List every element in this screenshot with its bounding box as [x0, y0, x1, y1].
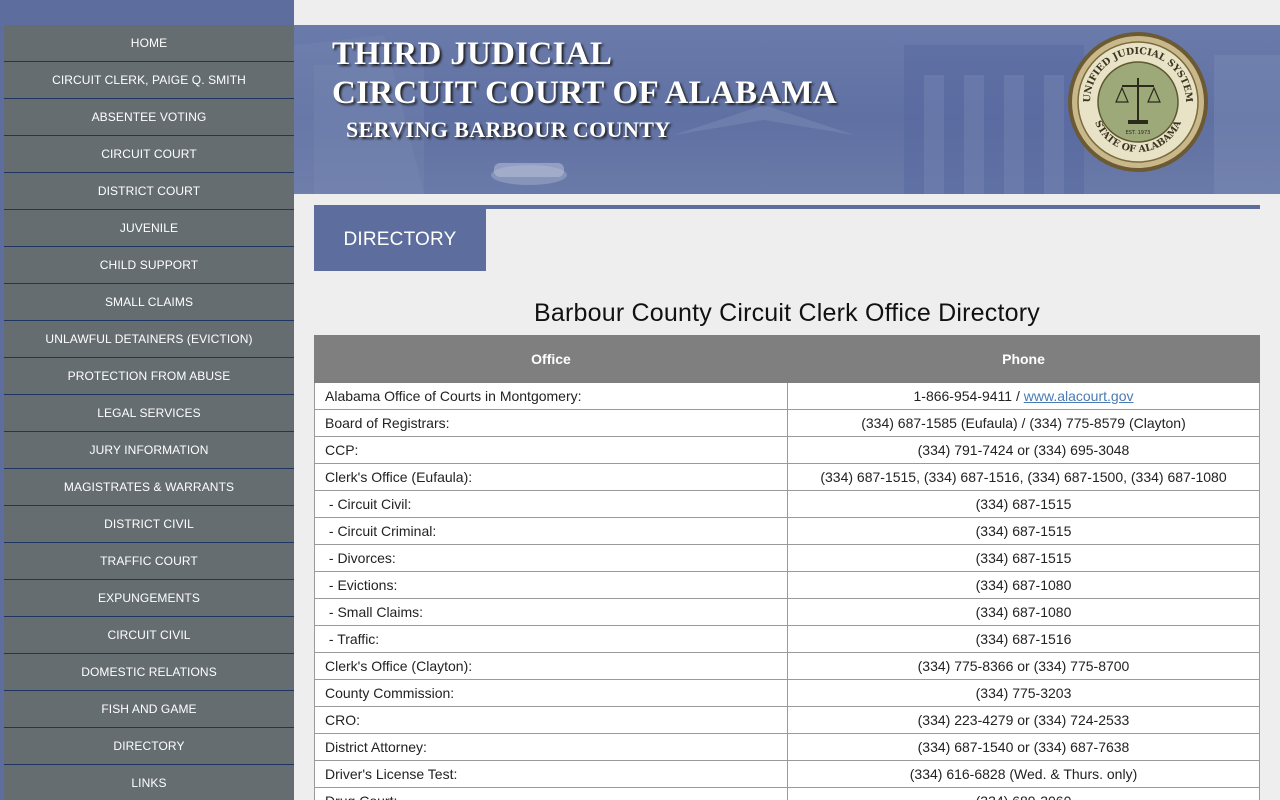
office-cell: - Divorces: — [314, 544, 788, 572]
office-cell: - Circuit Civil: — [314, 490, 788, 518]
table-row: - Circuit Civil: (334) 687-1515 — [314, 490, 1260, 518]
phone-cell: (334) 223-4279 or (334) 724-2533 — [787, 706, 1260, 734]
table-row: Drug Court: (334) 689-3060 — [314, 787, 1260, 800]
column-header-phone: Phone — [787, 335, 1260, 383]
office-cell: Alabama Office of Courts in Montgomery: — [314, 382, 788, 410]
nav-item-unlawful-detainers[interactable]: UNLAWFUL DETAINERS (EVICTION) — [4, 321, 294, 358]
nav-item-district-civil[interactable]: DISTRICT CIVIL — [4, 506, 294, 543]
phone-cell: (334) 616-6828 (Wed. & Thurs. only) — [787, 760, 1260, 788]
office-cell: District Attorney: — [314, 733, 788, 761]
office-cell: - Circuit Criminal: — [314, 517, 788, 545]
table-row: - Small Claims: (334) 687-1080 — [314, 598, 1260, 626]
table-row: Alabama Office of Courts in Montgomery: … — [314, 382, 1260, 410]
table-row: Driver's License Test: (334) 616-6828 (W… — [314, 760, 1260, 788]
office-cell: Clerk's Office (Eufaula): — [314, 463, 788, 491]
site-banner: THIRD JUDICIAL CIRCUIT COURT OF ALABAMA … — [294, 25, 1280, 194]
banner-title-line1: THIRD JUDICIAL — [332, 36, 613, 72]
sidebar-top-bar — [0, 0, 294, 25]
main-content: DIRECTORY Barbour County Circuit Clerk O… — [314, 205, 1260, 800]
table-row: Board of Registrars: (334) 687-1585 (Euf… — [314, 409, 1260, 437]
banner-title-line2: CIRCUIT COURT OF ALABAMA — [332, 74, 838, 111]
office-cell: Board of Registrars: — [314, 409, 788, 437]
office-cell: CCP: — [314, 436, 788, 464]
nav-item-district-court[interactable]: DISTRICT COURT — [4, 173, 294, 210]
office-cell: County Commission: — [314, 679, 788, 707]
nav-item-fish-and-game[interactable]: FISH AND GAME — [4, 691, 294, 728]
main-nav: HOME CIRCUIT CLERK, PAIGE Q. SMITH ABSEN… — [4, 25, 294, 800]
table-row: CRO: (334) 223-4279 or (334) 724-2533 — [314, 706, 1260, 734]
office-cell: - Evictions: — [314, 571, 788, 599]
phone-cell: (334) 687-1515, (334) 687-1516, (334) 68… — [787, 463, 1260, 491]
nav-item-magistrates-warrants[interactable]: MAGISTRATES & WARRANTS — [4, 469, 294, 506]
table-row: District Attorney: (334) 687-1540 or (33… — [314, 733, 1260, 761]
phone-cell: (334) 689-3060 — [787, 787, 1260, 800]
office-cell: - Traffic: — [314, 625, 788, 653]
phone-cell: (334) 687-1080 — [787, 571, 1260, 599]
nav-item-jury-information[interactable]: JURY INFORMATION — [4, 432, 294, 469]
table-row: County Commission: (334) 775-3203 — [314, 679, 1260, 707]
sidebar: HOME CIRCUIT CLERK, PAIGE Q. SMITH ABSEN… — [0, 0, 294, 800]
office-cell: - Small Claims: — [314, 598, 788, 626]
nav-item-protection-from-abuse[interactable]: PROTECTION FROM ABUSE — [4, 358, 294, 395]
phone-cell: (334) 687-1080 — [787, 598, 1260, 626]
nav-item-expungements[interactable]: EXPUNGEMENTS — [4, 580, 294, 617]
table-row: Clerk's Office (Eufaula): (334) 687-1515… — [314, 463, 1260, 491]
table-row: CCP: (334) 791-7424 or (334) 695-3048 — [314, 436, 1260, 464]
page-title: Barbour County Circuit Clerk Office Dire… — [534, 299, 1040, 327]
table-row: - Evictions: (334) 687-1080 — [314, 571, 1260, 599]
nav-item-home[interactable]: HOME — [4, 25, 294, 62]
phone-cell: (334) 775-8366 or (334) 775-8700 — [787, 652, 1260, 680]
column-header-office: Office — [314, 335, 788, 383]
phone-cell: (334) 687-1585 (Eufaula) / (334) 775-857… — [787, 409, 1260, 437]
table-row: - Traffic: (334) 687-1516 — [314, 625, 1260, 653]
phone-cell: (334) 775-3203 — [787, 679, 1260, 707]
nav-item-absentee-voting[interactable]: ABSENTEE VOTING — [4, 99, 294, 136]
office-cell: Driver's License Test: — [314, 760, 788, 788]
nav-item-links[interactable]: LINKS — [4, 765, 294, 800]
office-cell: CRO: — [314, 706, 788, 734]
nav-item-circuit-civil[interactable]: CIRCUIT CIVIL — [4, 617, 294, 654]
phone-cell: (334) 687-1515 — [787, 544, 1260, 572]
nav-item-juvenile[interactable]: JUVENILE — [4, 210, 294, 247]
phone-cell: (334) 687-1516 — [787, 625, 1260, 653]
nav-item-traffic-court[interactable]: TRAFFIC COURT — [4, 543, 294, 580]
nav-item-circuit-court[interactable]: CIRCUIT COURT — [4, 136, 294, 173]
banner-title: THIRD JUDICIAL CIRCUIT COURT OF ALABAMA … — [332, 35, 837, 143]
table-row: - Divorces: (334) 687-1515 — [314, 544, 1260, 572]
nav-item-circuit-clerk[interactable]: CIRCUIT CLERK, PAIGE Q. SMITH — [4, 62, 294, 99]
phone-cell: 1-866-954-9411 / www.alacourt.gov — [787, 382, 1260, 410]
office-cell: Clerk's Office (Clayton): — [314, 652, 788, 680]
table-row: Clerk's Office (Clayton): (334) 775-8366… — [314, 652, 1260, 680]
nav-item-small-claims[interactable]: SMALL CLAIMS — [4, 284, 294, 321]
nav-item-directory[interactable]: DIRECTORY — [4, 728, 294, 765]
nav-item-domestic-relations[interactable]: DOMESTIC RELATIONS — [4, 654, 294, 691]
phone-text: 1-866-954-9411 / — [913, 388, 1024, 404]
phone-cell: (334) 687-1540 or (334) 687-7638 — [787, 733, 1260, 761]
table-row: - Circuit Criminal: (334) 687-1515 — [314, 517, 1260, 545]
phone-cell: (334) 687-1515 — [787, 490, 1260, 518]
phone-cell: (334) 687-1515 — [787, 517, 1260, 545]
nav-item-child-support[interactable]: CHILD SUPPORT — [4, 247, 294, 284]
alacourt-link[interactable]: www.alacourt.gov — [1024, 388, 1134, 404]
table-header-row: Office Phone — [314, 335, 1260, 383]
page: HOME CIRCUIT CLERK, PAIGE Q. SMITH ABSEN… — [0, 0, 1280, 800]
phone-cell: (334) 791-7424 or (334) 695-3048 — [787, 436, 1260, 464]
unified-judicial-system-seal-icon: UNIFIED JUDICIAL SYSTEM STATE OF ALABAMA… — [1068, 32, 1208, 172]
svg-text:EST. 1973: EST. 1973 — [1126, 130, 1151, 136]
section-tab-directory: DIRECTORY — [314, 209, 486, 271]
office-cell: Drug Court: — [314, 787, 788, 800]
directory-table: Office Phone Alabama Office of Courts in… — [314, 335, 1260, 800]
nav-item-legal-services[interactable]: LEGAL SERVICES — [4, 395, 294, 432]
banner-subtitle: SERVING BARBOUR COUNTY — [346, 116, 671, 142]
